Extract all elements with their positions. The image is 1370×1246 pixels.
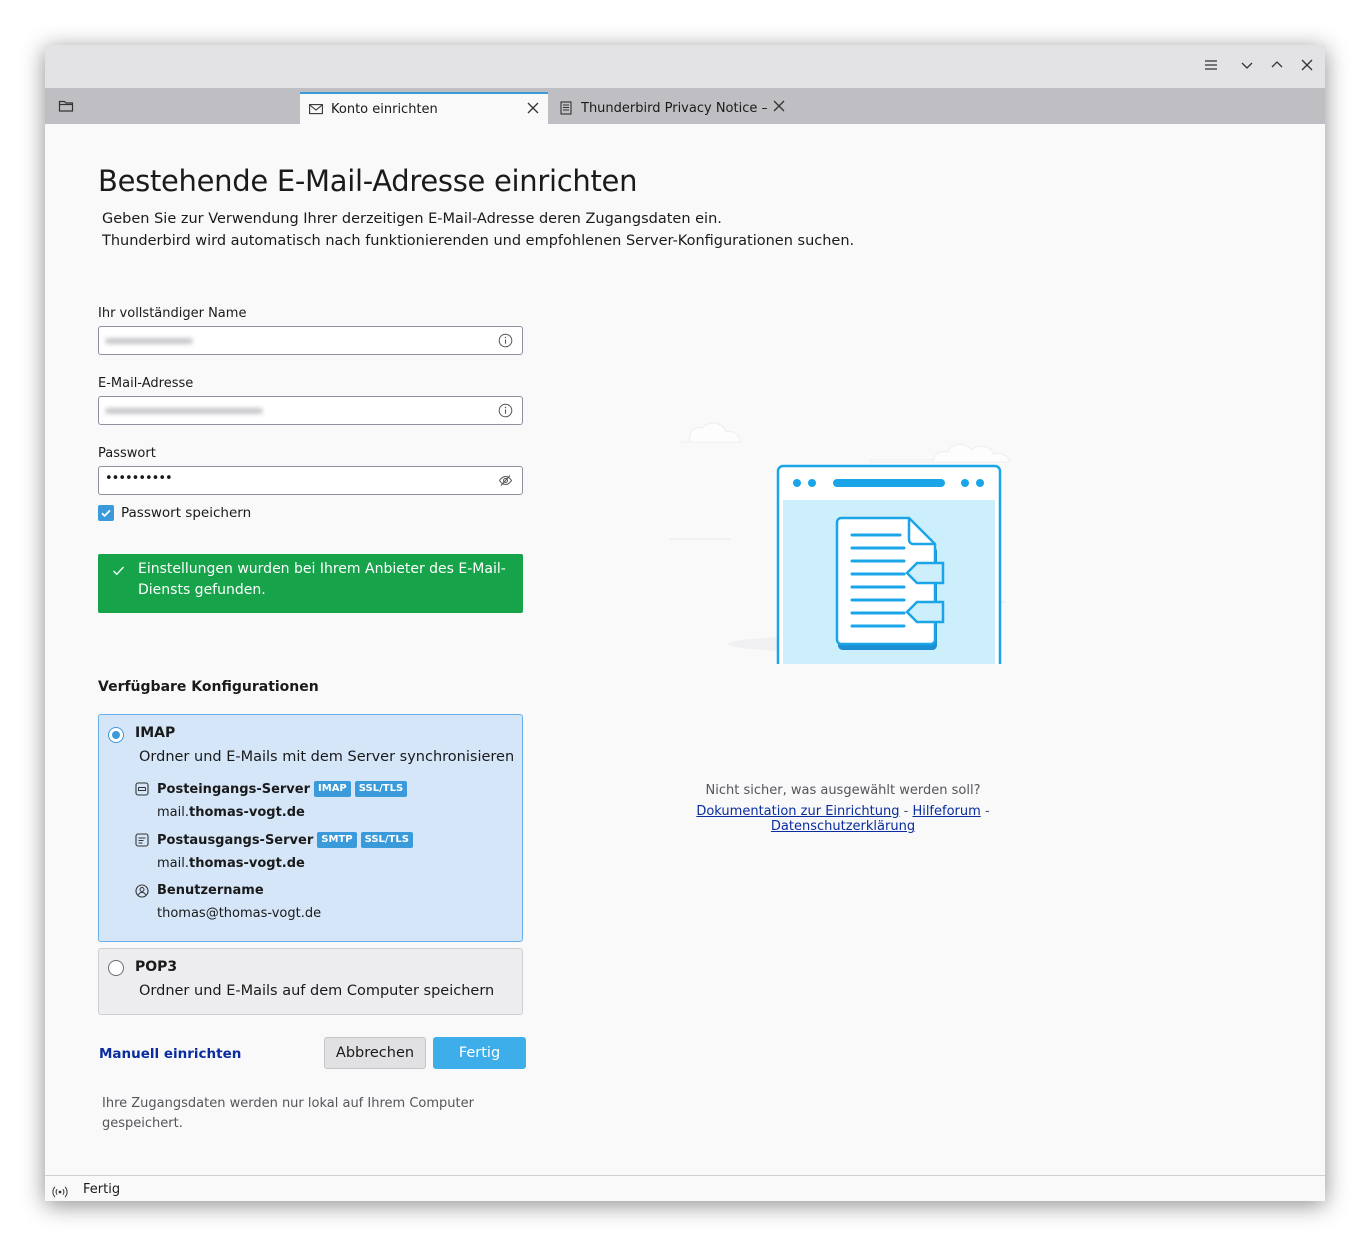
config-imap-option[interactable]: IMAP Ordner und E-Mails mit dem Server s… [98, 714, 523, 942]
success-notification: Einstellungen wurden bei Ihrem Anbieter … [98, 554, 523, 613]
done-button[interactable]: Fertig [433, 1037, 526, 1069]
document-icon [559, 101, 573, 115]
outgoing-server-icon [135, 832, 149, 847]
documentation-link[interactable]: Dokumentation zur Einrichtung [696, 804, 899, 819]
hamburger-menu-icon[interactable] [1202, 58, 1220, 76]
imap-radio[interactable] [108, 727, 124, 743]
email-label: E-Mail-Adresse [98, 376, 194, 391]
remember-password-label[interactable]: Passwort speichern [121, 505, 251, 521]
pop3-radio[interactable] [108, 960, 124, 976]
folder-icon[interactable] [58, 98, 74, 114]
password-value: •••••••••• [105, 471, 173, 486]
privacy-policy-link[interactable]: Datenschutzerklärung [771, 819, 915, 834]
account-setup-page: Bestehende E-Mail-Adresse einrichten Geb… [45, 124, 1325, 1174]
email-input[interactable] [98, 396, 523, 425]
credentials-footnote: Ihre Zugangsdaten werden nur lokal auf I… [102, 1096, 474, 1131]
eye-hidden-icon[interactable] [498, 473, 513, 488]
maximize-icon[interactable] [1268, 58, 1286, 76]
password-label: Passwort [98, 446, 156, 461]
close-window-icon[interactable] [1298, 58, 1316, 76]
outgoing-server-host: mail.thomas-vogt.de [157, 856, 305, 871]
setup-illustration [665, 374, 1015, 674]
user-icon [135, 883, 149, 898]
manual-setup-link[interactable]: Manuell einrichten [99, 1046, 241, 1062]
password-input[interactable]: •••••••••• [98, 466, 523, 495]
minimize-icon[interactable] [1238, 58, 1256, 76]
incoming-server-title: Posteingangs-Server IMAP SSL/TLS [157, 781, 408, 797]
username-value: thomas@thomas-vogt.de [157, 906, 322, 921]
username-label: Benutzername [157, 883, 264, 898]
protocol-badge: SMTP [317, 832, 357, 848]
pop3-name: POP3 [135, 959, 178, 975]
outgoing-server-title: Postausgangs-Server SMTP SSL/TLS [157, 832, 413, 848]
incoming-server-host: mail.thomas-vogt.de [157, 805, 305, 820]
close-tab-icon[interactable] [526, 101, 540, 115]
checkmark-icon [101, 509, 111, 518]
imap-name: IMAP [135, 725, 176, 741]
tab-privacy-notice[interactable]: Thunderbird Privacy Notice — [550, 92, 800, 124]
remember-password-checkbox[interactable] [98, 505, 114, 521]
outgoing-server-label: Postausgangs-Server [157, 832, 314, 848]
protocol-badge: IMAP [314, 781, 351, 797]
check-icon [112, 563, 125, 576]
close-tab-icon[interactable] [772, 99, 786, 113]
info-icon[interactable] [498, 333, 513, 348]
redacted-email-value [105, 408, 263, 414]
status-text: Fertig [83, 1182, 121, 1197]
help-forum-link[interactable]: Hilfeforum [912, 804, 980, 819]
security-badge: SSL/TLS [360, 832, 413, 848]
incoming-server-label: Posteingangs-Server [157, 781, 311, 797]
tab-label: Konto einrichten [331, 101, 438, 117]
title-bar [45, 45, 1325, 88]
pop3-description: Ordner und E-Mails auf dem Computer spei… [139, 983, 495, 999]
imap-description: Ordner und E-Mails mit dem Server synchr… [139, 749, 515, 765]
online-status-icon[interactable] [52, 1183, 68, 1198]
tab-konto-einrichten[interactable]: Konto einrichten [300, 92, 548, 124]
app-window: Konto einrichten Thunderbird Privacy Not… [45, 45, 1325, 1201]
name-input[interactable] [98, 326, 523, 355]
intro-text-line1: Geben Sie zur Verwendung Ihrer derzeitig… [102, 211, 722, 227]
link-separator: - [984, 804, 990, 819]
security-badge: SSL/TLS [354, 781, 408, 797]
available-configurations-title: Verfügbare Konfigurationen [98, 679, 319, 695]
tab-bar: Konto einrichten Thunderbird Privacy Not… [45, 88, 1325, 124]
cancel-button[interactable]: Abbrechen [324, 1037, 426, 1069]
config-pop3-option[interactable]: POP3 Ordner und E-Mails auf dem Computer… [98, 948, 523, 1015]
page-title: Bestehende E-Mail-Adresse einrichten [98, 164, 638, 198]
incoming-server-icon [135, 781, 149, 796]
name-label: Ihr vollständiger Name [98, 306, 247, 321]
info-icon[interactable] [498, 403, 513, 418]
mail-setup-icon [309, 102, 323, 116]
help-question: Nicht sicher, was ausgewählt werden soll… [705, 783, 981, 798]
help-links: Dokumentation zur Einrichtung - Hilfefor… [633, 804, 1053, 834]
intro-text-line2: Thunderbird wird automatisch nach funkti… [102, 233, 855, 249]
success-message: Einstellungen wurden bei Ihrem Anbieter … [138, 561, 506, 598]
status-bar: Fertig [45, 1175, 1325, 1201]
tab-label: Thunderbird Privacy Notice — [581, 100, 767, 116]
redacted-name-value [105, 338, 193, 344]
link-separator: - [903, 804, 909, 819]
